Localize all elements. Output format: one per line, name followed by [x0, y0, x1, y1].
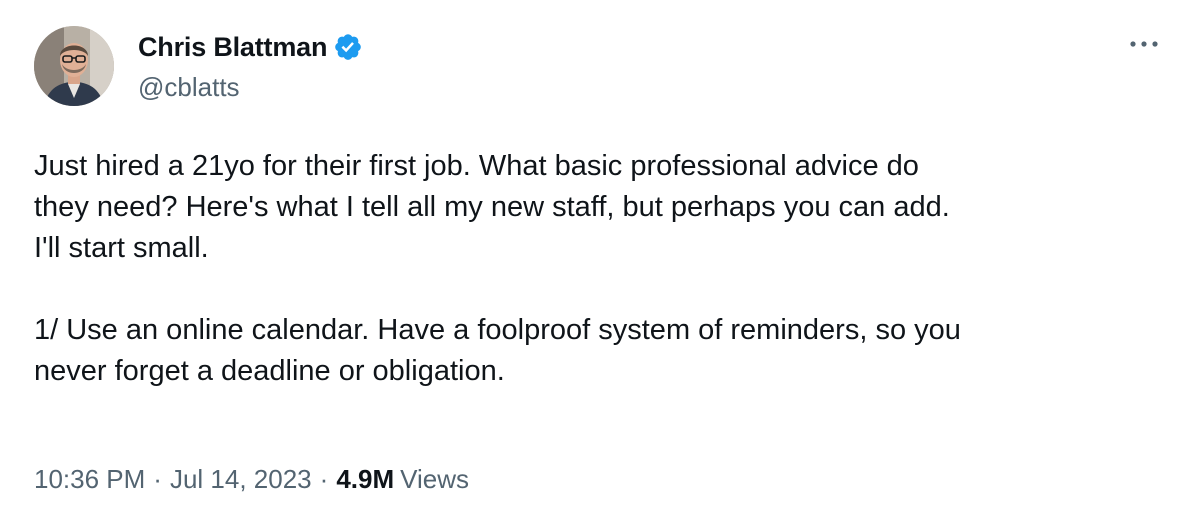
tweet-meta: 10:36 PM · Jul 14, 2023 · 4.9M Views	[34, 464, 469, 495]
meta-separator: ·	[153, 464, 162, 494]
tweet-time[interactable]: 10:36 PM	[34, 464, 145, 495]
verified-badge-icon[interactable]	[333, 32, 363, 62]
author-handle[interactable]: @cblatts	[138, 72, 240, 103]
more-options-icon[interactable]	[1126, 30, 1162, 58]
tweet-card: Chris Blattman @cblatts Just hired a 21y…	[0, 0, 1196, 528]
views-count[interactable]: 4.9M	[336, 464, 394, 495]
meta-separator: ·	[319, 464, 329, 494]
views-label[interactable]: Views	[400, 464, 469, 495]
author-display-name[interactable]: Chris Blattman	[138, 32, 327, 63]
avatar-image	[34, 26, 114, 106]
avatar[interactable]	[34, 26, 114, 106]
tweet-date[interactable]: Jul 14, 2023	[170, 464, 312, 495]
author-name-row: Chris Blattman	[138, 30, 363, 64]
tweet-text: Just hired a 21yo for their first job. W…	[34, 150, 961, 387]
